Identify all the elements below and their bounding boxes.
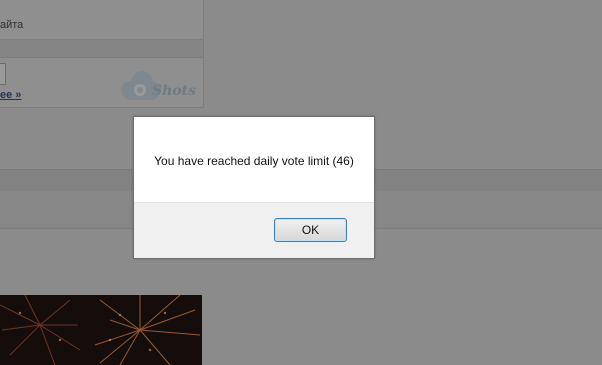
fireworks-graphic <box>0 295 202 365</box>
ok-button[interactable]: OK <box>274 218 347 242</box>
dialog-footer: OK <box>134 202 374 258</box>
shots-logo: Shots <box>116 68 204 104</box>
search-input[interactable] <box>0 63 6 85</box>
site-text: айта <box>0 19 24 31</box>
dialog-message: You have reached daily vote limit (46) <box>154 154 354 168</box>
panel-band <box>0 39 203 58</box>
sidebar-panel: айта ее » Shots <box>0 0 204 108</box>
more-link[interactable]: ее » <box>0 89 21 101</box>
logo-text: Shots <box>152 83 196 99</box>
fireworks-image <box>0 295 202 365</box>
alert-dialog: You have reached daily vote limit (46) O… <box>133 116 375 259</box>
